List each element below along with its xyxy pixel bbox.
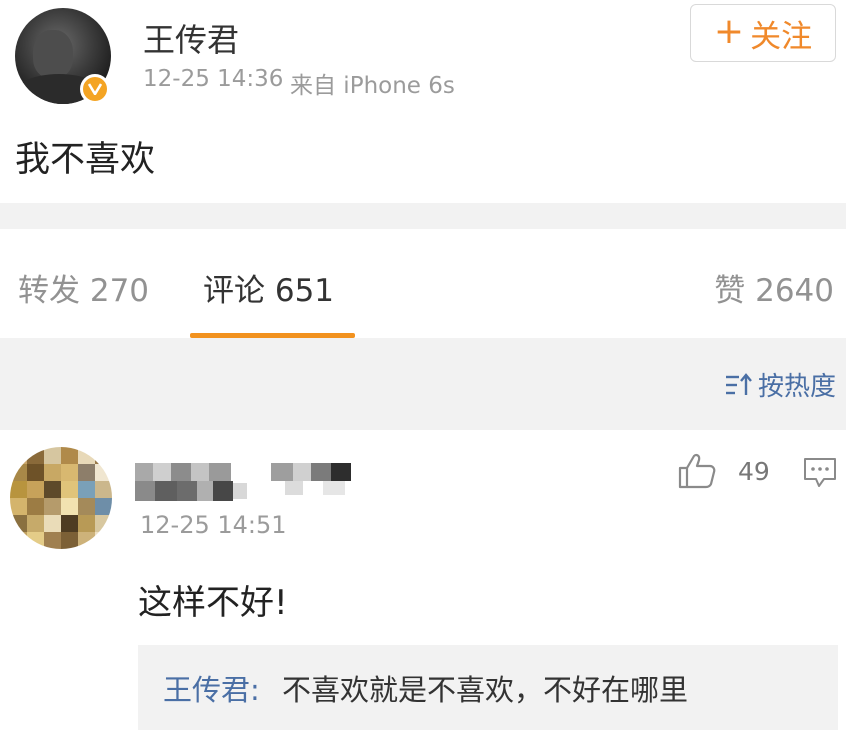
tab-comment[interactable]: 评论 651 bbox=[203, 265, 334, 310]
post-source: 来自 iPhone 6s bbox=[290, 73, 455, 99]
comment-bubble-icon[interactable] bbox=[803, 457, 837, 493]
section-divider bbox=[0, 203, 846, 229]
follow-label: 关注 bbox=[750, 18, 813, 55]
plus-icon: + bbox=[713, 10, 745, 52]
tab-repost[interactable]: 转发 270 bbox=[18, 265, 149, 310]
sort-icon bbox=[725, 372, 752, 395]
commenter-name-pixelated[interactable] bbox=[135, 463, 355, 503]
post-timestamp: 12-25 14:36 bbox=[143, 66, 284, 92]
comment-like-count: 49 bbox=[738, 457, 770, 486]
reply-author-link[interactable]: 王传君: bbox=[163, 667, 260, 709]
author-name[interactable]: 王传君 bbox=[143, 15, 239, 61]
sort-label: 按热度 bbox=[757, 372, 836, 402]
commenter-avatar[interactable] bbox=[10, 447, 112, 549]
comment-timestamp: 12-25 14:51 bbox=[140, 511, 287, 539]
verified-badge-icon bbox=[80, 74, 110, 104]
post-text: 我不喜欢 bbox=[15, 140, 156, 180]
sort-by-hot-button[interactable]: 按热度 bbox=[724, 366, 836, 403]
reply-separator: : bbox=[250, 673, 260, 707]
follow-button[interactable]: + 关注 bbox=[690, 4, 836, 62]
thumbs-up-icon[interactable] bbox=[677, 453, 717, 493]
reply-author-name[interactable]: 王传君 bbox=[163, 673, 250, 707]
reply-text: 不喜欢就是不喜欢，不好在哪里 bbox=[282, 673, 689, 707]
sort-bar bbox=[0, 338, 846, 430]
tab-like[interactable]: 赞 2640 bbox=[714, 265, 834, 310]
comment-text: 这样不好! bbox=[138, 583, 288, 623]
